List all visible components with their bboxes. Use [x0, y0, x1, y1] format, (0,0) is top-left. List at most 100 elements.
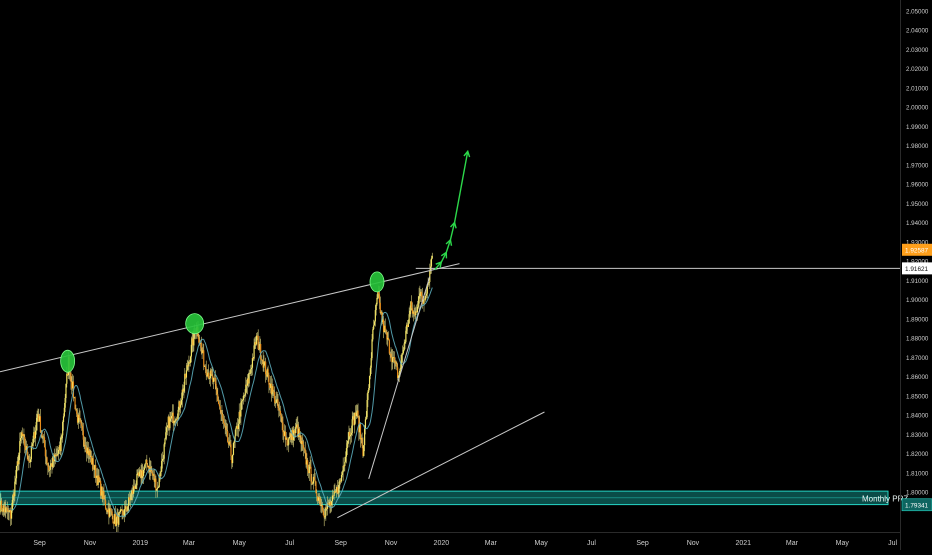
candle-body [180, 404, 182, 408]
candle-body [279, 410, 282, 415]
candle-body [368, 388, 370, 392]
x-tick-label: 2019 [132, 540, 148, 547]
candle-body [248, 373, 250, 384]
candle-body [365, 417, 367, 420]
candle-body [243, 395, 245, 397]
candle-body [104, 499, 106, 501]
candle-body [396, 363, 398, 368]
candle-body [169, 417, 171, 429]
y-tick-label: 1.90000 [906, 297, 929, 304]
candle-body [210, 370, 212, 375]
candle-body [183, 384, 185, 392]
candle-body [374, 310, 376, 322]
candle-body [288, 436, 291, 439]
candle-body [367, 391, 369, 400]
candle-body [174, 420, 176, 422]
x-tick-label: Nov [385, 540, 398, 547]
candle-body [250, 369, 252, 373]
y-tick-label: 1.82000 [906, 451, 929, 458]
candle-body [76, 410, 78, 414]
candle-body [92, 458, 94, 470]
candle-body [224, 424, 226, 427]
candle-body [218, 401, 220, 404]
candle-body [403, 343, 405, 351]
y-tick-label: 1.81000 [906, 470, 929, 477]
candle-body [175, 419, 177, 421]
candle-body [267, 369, 269, 376]
candle-body [411, 301, 413, 309]
candle-body [318, 496, 320, 498]
candle-body [260, 343, 262, 360]
candle-body [216, 389, 218, 395]
candle-body [79, 417, 81, 421]
candle-body [232, 443, 235, 455]
candle-body [372, 329, 374, 340]
candle-body [343, 465, 345, 467]
candle-body [304, 449, 306, 453]
candle-body [232, 454, 234, 464]
candle-body [408, 314, 410, 324]
candle-body [274, 402, 277, 404]
candle-body [335, 491, 337, 493]
candle-body [251, 358, 254, 368]
candle-body [357, 410, 359, 417]
candle-body [392, 357, 394, 363]
candle-body [237, 424, 240, 430]
candle-body [204, 366, 207, 370]
x-tick-label: Nov [687, 540, 700, 547]
candle-body [222, 414, 224, 419]
candle-body [416, 306, 419, 313]
candle-body [205, 369, 207, 375]
candle-body [74, 397, 76, 410]
candle-body [220, 410, 222, 413]
candle-body [62, 421, 64, 436]
candle-body [235, 428, 237, 436]
candle-body [324, 515, 326, 518]
candle-body [109, 508, 112, 511]
candle-body [364, 419, 367, 429]
candle-body [160, 471, 162, 476]
candle-body [402, 350, 404, 354]
y-tick-label: 1.84000 [906, 413, 929, 420]
candle-body [44, 447, 46, 457]
candle-body [156, 488, 158, 491]
x-tick-label: Sep [636, 540, 649, 547]
x-tick-label: 2020 [434, 540, 450, 547]
x-tick-label: Mar [786, 540, 799, 547]
candle-body [190, 344, 192, 357]
candle-body [81, 425, 84, 431]
x-tick-label: Jul [888, 540, 897, 547]
x-tick-label: Jul [285, 540, 294, 547]
candle-body [420, 291, 423, 297]
candle-body [280, 414, 282, 418]
candle-body [370, 358, 372, 368]
candle-body [387, 337, 390, 341]
chart-area[interactable]: Monthly PRZ 1.80000 1.81000 1.82000 1.83000… [0, 0, 932, 550]
x-tick-label: Mar [485, 540, 498, 547]
candle-body [104, 500, 107, 509]
candle-body [48, 466, 50, 471]
candle-body [24, 436, 26, 447]
candle-body [20, 438, 22, 442]
candle-body [75, 409, 77, 411]
candle-body [346, 443, 348, 449]
candle-body [430, 258, 433, 267]
candle-body [371, 339, 373, 359]
candle-body [29, 459, 32, 463]
candle-body [363, 445, 365, 457]
candle-body [127, 506, 129, 511]
candle-body [418, 296, 420, 304]
candle-body [375, 304, 377, 311]
candle-body [135, 485, 137, 489]
candle-body [344, 461, 346, 466]
candle-body [227, 431, 229, 442]
candle-body [419, 293, 421, 297]
candle-body [325, 507, 327, 516]
candle-body [81, 423, 83, 426]
candle-body [245, 384, 247, 394]
price-chart[interactable]: Monthly PRZ 1.80000 1.81000 1.82000 1.83000… [0, 0, 932, 550]
x-tick-label: May [836, 540, 850, 547]
rising-support-trendline [368, 276, 431, 479]
candle-body [43, 437, 46, 448]
candle-body [82, 430, 84, 440]
